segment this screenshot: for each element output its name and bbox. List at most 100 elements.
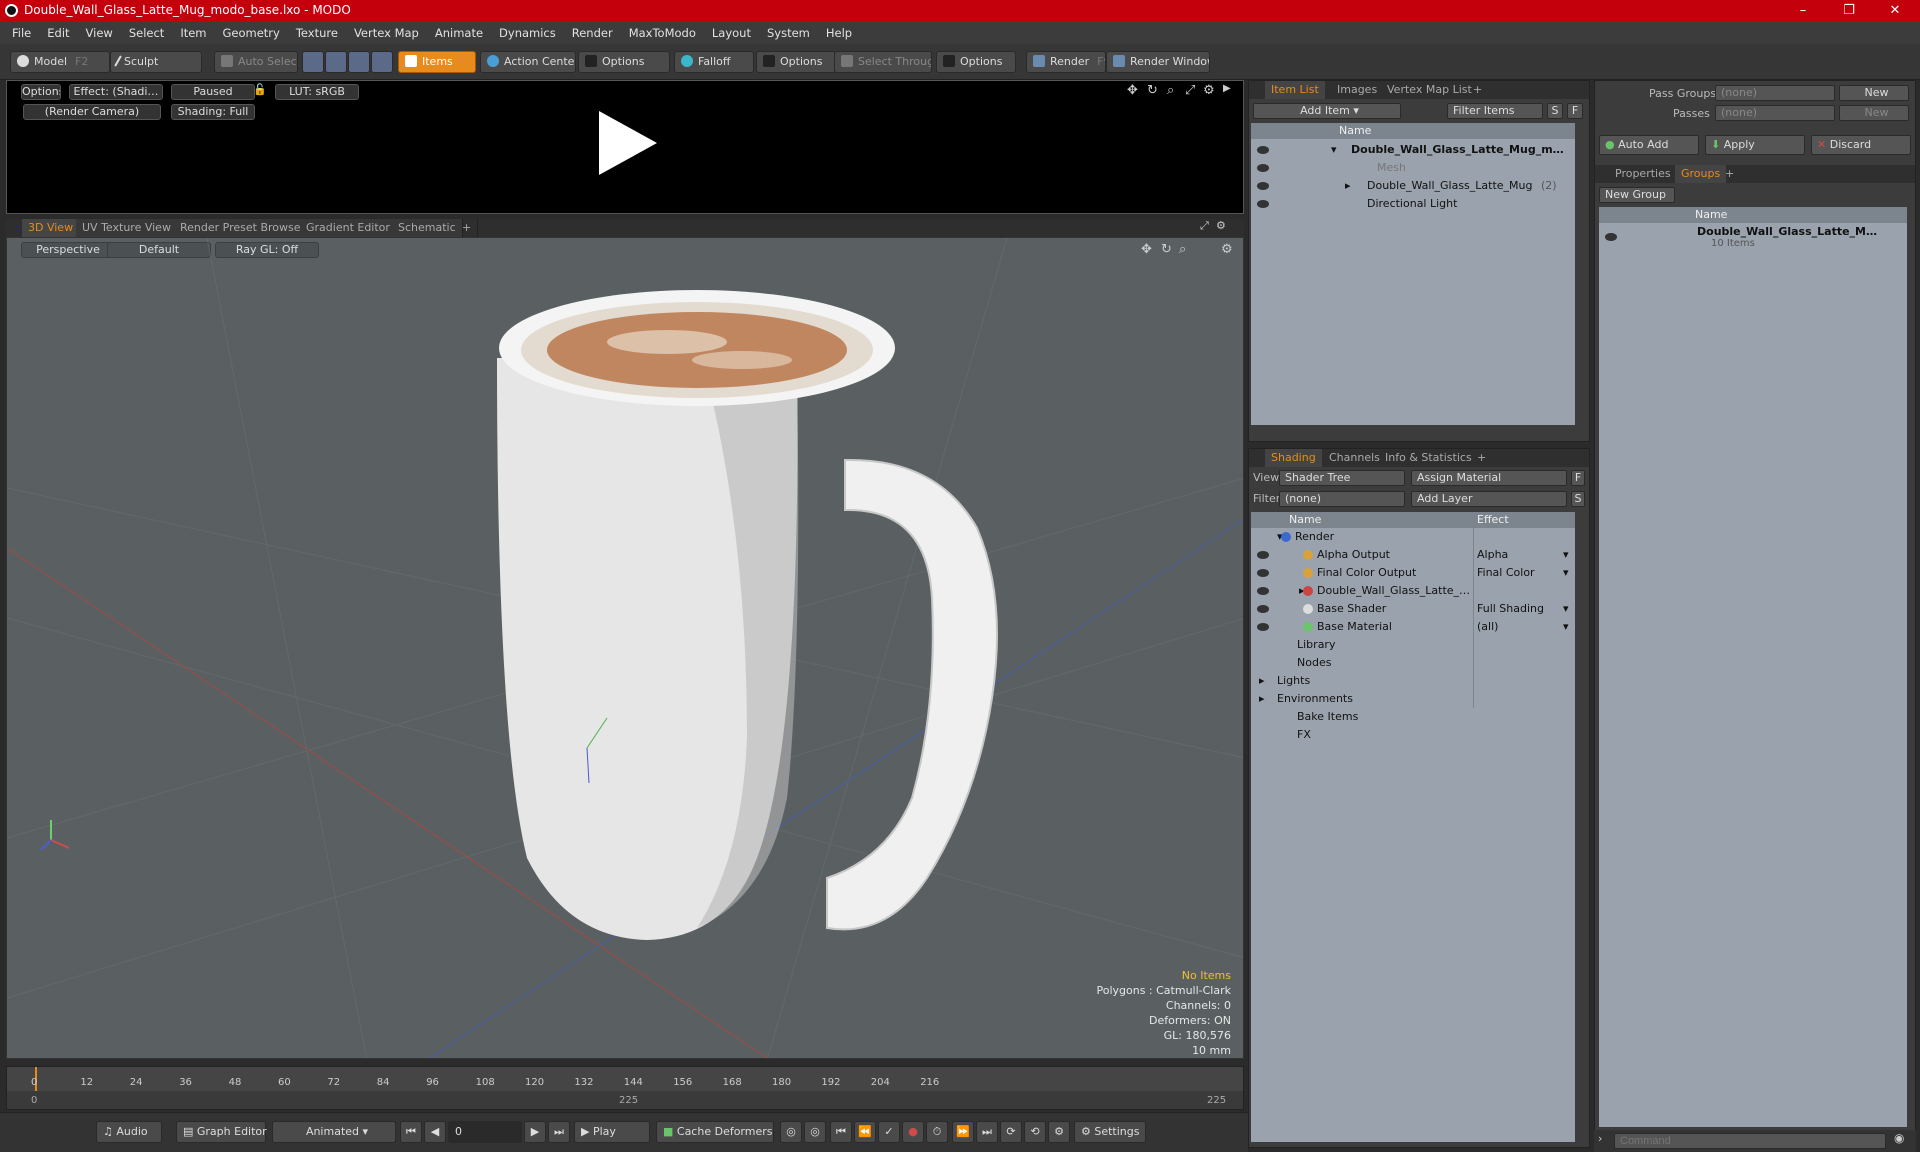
minimize-icon[interactable]: – bbox=[1780, 0, 1826, 22]
view-dropdown[interactable]: Shader Tree bbox=[1279, 470, 1405, 486]
layer-effect[interactable]: Full Shading bbox=[1477, 600, 1544, 618]
preview-lut-dropdown[interactable]: LUT: sRGB bbox=[275, 84, 359, 100]
item-row-light[interactable]: Directional Light bbox=[1251, 195, 1575, 213]
passes-dropdown[interactable]: (none) bbox=[1715, 105, 1835, 121]
close-icon[interactable]: ✕ bbox=[1872, 0, 1918, 22]
materials-mode-button[interactable] bbox=[371, 51, 393, 73]
menu-view[interactable]: View bbox=[78, 26, 121, 40]
item-row-scene[interactable]: ▾ Double_Wall_Glass_Latte_Mug_m… bbox=[1251, 141, 1575, 159]
animated-dropdown[interactable]: Animated ▾ bbox=[272, 1121, 396, 1143]
add-tab-icon[interactable]: + bbox=[1719, 165, 1740, 183]
tab-3d-view[interactable]: 3D View bbox=[22, 219, 81, 237]
zoom-icon[interactable]: ⌕ bbox=[1167, 83, 1174, 98]
rotate-icon[interactable]: ↻ bbox=[1147, 83, 1158, 98]
cache-deformers-button[interactable]: ■ Cache Deformers bbox=[656, 1121, 774, 1143]
key-icon[interactable]: ◎ bbox=[804, 1121, 826, 1143]
eye-icon[interactable] bbox=[1257, 182, 1269, 190]
last-frame-icon[interactable]: ⏭ bbox=[548, 1121, 570, 1143]
add-layer-dropdown[interactable]: Add Layer bbox=[1411, 491, 1567, 507]
chevron-right-icon[interactable]: › bbox=[1598, 1132, 1602, 1145]
action-center-button[interactable]: Action Center bbox=[480, 51, 576, 73]
chevron-down-icon[interactable]: ▾ bbox=[1563, 618, 1569, 636]
eye-icon[interactable] bbox=[1257, 164, 1269, 172]
shader-row[interactable]: ▸ Double_Wall_Glass_Latte_… bbox=[1251, 582, 1575, 600]
lock-icon[interactable]: 🔓 bbox=[253, 83, 267, 96]
shader-row[interactable]: Bake Items bbox=[1251, 708, 1575, 726]
maximize-icon[interactable]: ⤢ bbox=[1185, 83, 1195, 98]
select-through-button[interactable]: Select Through bbox=[834, 51, 932, 73]
next-key-icon[interactable]: ▶ bbox=[524, 1121, 546, 1143]
tab-schematic[interactable]: Schematic bbox=[392, 219, 463, 237]
shader-row[interactable]: Library bbox=[1251, 636, 1575, 654]
name-column-header[interactable]: Name bbox=[1599, 207, 1907, 223]
key-icon[interactable]: ◎ bbox=[780, 1121, 802, 1143]
tab-info-statistics[interactable]: Info & Statistics bbox=[1379, 449, 1478, 467]
next-icon[interactable]: ⏭ bbox=[976, 1121, 998, 1143]
vertices-mode-button[interactable] bbox=[302, 51, 324, 73]
expand-icon[interactable]: ▾ bbox=[1331, 141, 1337, 159]
filter-dropdown[interactable]: (none) bbox=[1279, 491, 1405, 507]
tab-gradient-editor[interactable]: Gradient Editor bbox=[300, 219, 397, 237]
filter-s-button[interactable]: S bbox=[1547, 103, 1563, 119]
menu-layout[interactable]: Layout bbox=[704, 26, 759, 40]
record-icon[interactable]: ● bbox=[902, 1121, 924, 1143]
loop-icon[interactable]: ⟲ bbox=[1024, 1121, 1046, 1143]
add-tab-icon[interactable]: + bbox=[1471, 449, 1492, 467]
filter-f-button[interactable]: F bbox=[1567, 103, 1583, 119]
chevron-down-icon[interactable]: ▾ bbox=[1563, 546, 1569, 564]
tab-vertex-map-list[interactable]: Vertex Map List bbox=[1381, 81, 1478, 99]
menu-vertex-map[interactable]: Vertex Map bbox=[346, 26, 427, 40]
shader-row[interactable]: Base Shader Full Shading ▾ bbox=[1251, 600, 1575, 618]
timeline[interactable]: 0 12 24 36 48 60 72 84 96 108 120 132 144 156 168 180 19… bbox=[6, 1066, 1244, 1110]
eye-icon[interactable] bbox=[1605, 233, 1617, 241]
tab-uv-texture-view[interactable]: UV Texture View bbox=[76, 219, 178, 237]
menu-item[interactable]: Item bbox=[172, 26, 214, 40]
layer-effect[interactable]: Alpha bbox=[1477, 546, 1508, 564]
audio-button[interactable]: ♫ Audio bbox=[96, 1121, 162, 1143]
menu-maxtomodo[interactable]: MaxToModo bbox=[621, 26, 704, 40]
new-pass-button[interactable]: New bbox=[1839, 105, 1909, 121]
menu-file[interactable]: File bbox=[4, 26, 39, 40]
apply-button[interactable]: ⬇ Apply bbox=[1705, 135, 1805, 155]
groups-list[interactable]: Name Double_Wall_Glass_Latte_M… 10 Items bbox=[1599, 207, 1907, 1127]
item-list-tree[interactable]: Name ▾ Double_Wall_Glass_Latte_Mug_m… Me… bbox=[1251, 123, 1575, 425]
shader-row[interactable]: FX bbox=[1251, 726, 1575, 744]
eye-icon[interactable] bbox=[1257, 605, 1269, 613]
auto-select-button[interactable]: Auto Select bbox=[214, 51, 298, 73]
shader-row[interactable]: ▸ Lights bbox=[1251, 672, 1575, 690]
effect-column-header[interactable]: Effect bbox=[1473, 512, 1575, 528]
gear-icon[interactable]: ⚙ bbox=[1203, 83, 1215, 98]
eye-icon[interactable] bbox=[1257, 569, 1269, 577]
tab-properties[interactable]: Properties bbox=[1609, 165, 1677, 183]
add-tab-icon[interactable]: + bbox=[456, 219, 479, 237]
menu-edit[interactable]: Edit bbox=[39, 26, 77, 40]
menu-render[interactable]: Render bbox=[564, 26, 621, 40]
shader-row[interactable]: ▸ Environments bbox=[1251, 690, 1575, 708]
gear-icon[interactable]: ⚙ bbox=[1048, 1121, 1070, 1143]
add-item-dropdown[interactable]: Add Item ▾ bbox=[1253, 103, 1401, 119]
arrow-right-icon[interactable]: ▶ bbox=[1223, 83, 1231, 94]
eye-icon[interactable] bbox=[1257, 200, 1269, 208]
shader-row[interactable]: ▾ Render bbox=[1251, 528, 1575, 546]
add-tab-icon[interactable]: + bbox=[1467, 81, 1488, 99]
filter-items-input[interactable]: Filter Items bbox=[1447, 103, 1543, 119]
auto-add-button[interactable]: ● Auto Add bbox=[1599, 135, 1699, 155]
menu-geometry[interactable]: Geometry bbox=[215, 26, 288, 40]
next-icon[interactable]: ⏩ bbox=[952, 1121, 974, 1143]
shader-tree[interactable]: Name Effect ▾ Render Alpha Output Alpha ▾ Fin… bbox=[1251, 512, 1575, 1142]
prev-icon[interactable]: ⏮ bbox=[830, 1121, 852, 1143]
s-button[interactable]: S bbox=[1571, 491, 1585, 507]
new-group-button[interactable]: New Group bbox=[1599, 187, 1675, 203]
menu-dynamics[interactable]: Dynamics bbox=[491, 26, 564, 40]
tab-channels[interactable]: Channels bbox=[1323, 449, 1386, 467]
select-through-options-button[interactable]: Options bbox=[936, 51, 1016, 73]
tab-render-preset-browser[interactable]: Render Preset Browser bbox=[174, 219, 313, 237]
maximize-icon[interactable]: ⤢ bbox=[1200, 219, 1209, 233]
f-button[interactable]: F bbox=[1571, 470, 1585, 486]
polygons-mode-button[interactable] bbox=[348, 51, 370, 73]
frame-input[interactable]: 0 bbox=[448, 1121, 522, 1143]
menu-texture[interactable]: Texture bbox=[288, 26, 346, 40]
new-pass-group-button[interactable]: New bbox=[1839, 85, 1909, 101]
pass-groups-dropdown[interactable]: (none) bbox=[1715, 85, 1835, 101]
menu-select[interactable]: Select bbox=[121, 26, 172, 40]
